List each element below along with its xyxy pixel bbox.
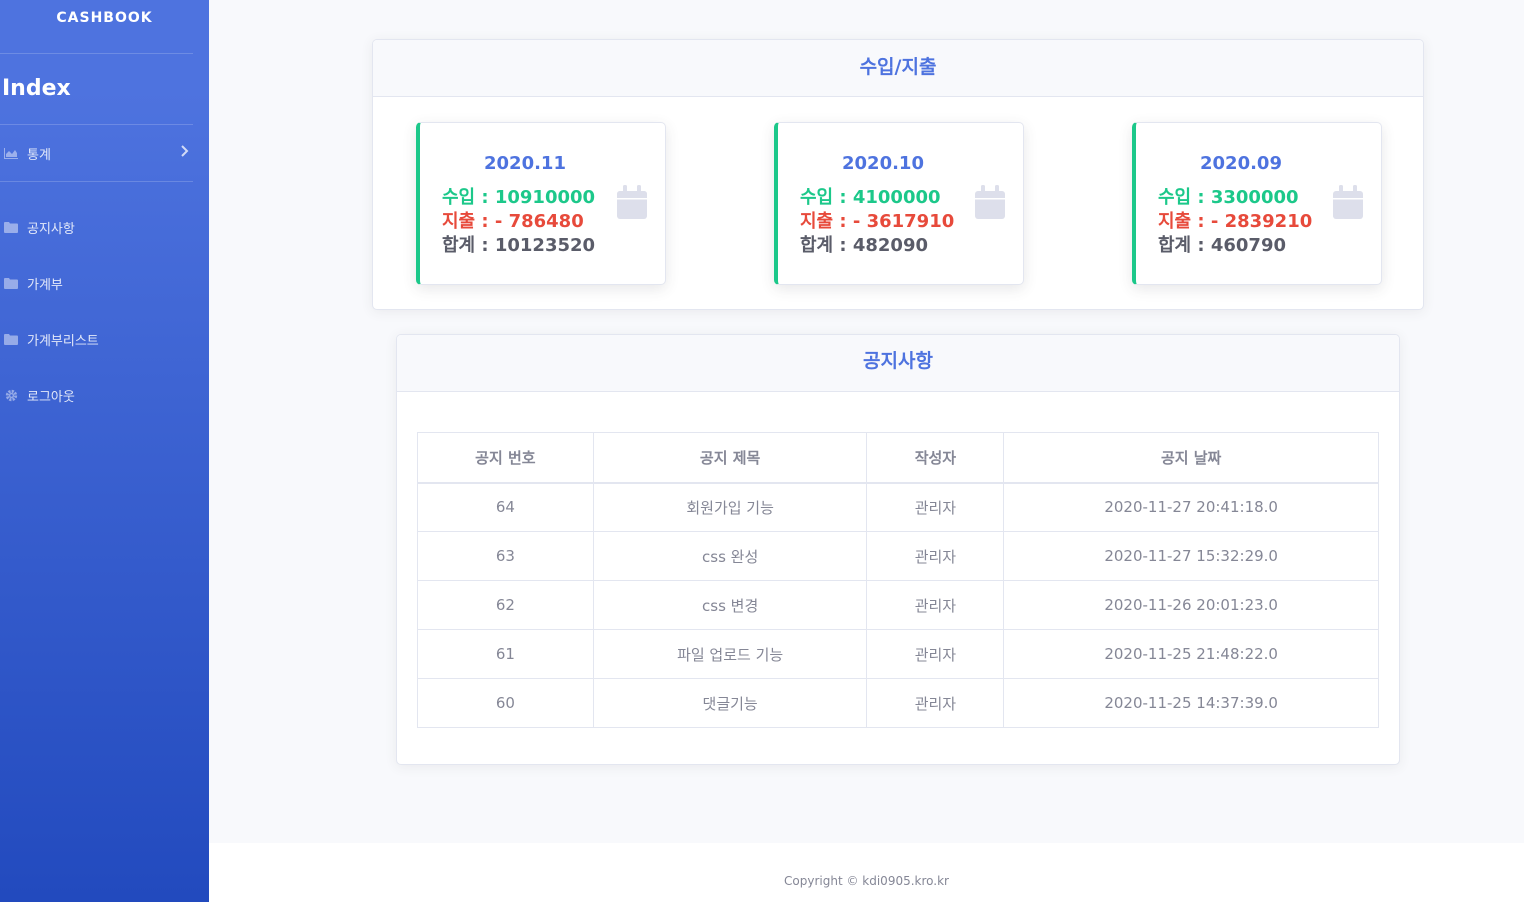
expense-value: 지출 : - 786480 xyxy=(442,211,584,232)
notice-date: 2020-11-26 20:01:23.0 xyxy=(1003,580,1379,630)
notice-title-link[interactable]: 파일 업로드 기능 xyxy=(592,629,868,679)
month-summary-card: 2020.10 수입 : 4100000 지출 : - 3617910 합계 :… xyxy=(774,122,1024,285)
income-expense-title: 수입/지출 xyxy=(373,40,1423,97)
month-summary-card: 2020.09 수입 : 3300000 지출 : - 2839210 합계 :… xyxy=(1132,122,1382,285)
calendar-icon xyxy=(975,185,1005,219)
folder-icon xyxy=(3,333,19,345)
folder-icon xyxy=(3,277,19,289)
notice-author: 관리자 xyxy=(866,531,1005,581)
income-value: 수입 : 3300000 xyxy=(1158,187,1299,208)
notice-number: 64 xyxy=(417,482,594,532)
notice-date: 2020-11-27 15:32:29.0 xyxy=(1003,531,1379,581)
notice-number: 60 xyxy=(417,678,594,728)
sidebar-item-label: 로그아웃 xyxy=(27,389,75,405)
brand-link[interactable]: CASHBOOK xyxy=(0,0,209,37)
calendar-icon xyxy=(617,185,647,219)
sidebar-item-stats[interactable]: 통계 xyxy=(0,125,209,181)
copyright-text: Copyright © kdi0905.kro.kr xyxy=(784,874,949,888)
income-value: 수입 : 10910000 xyxy=(442,187,596,208)
income-value: 수입 : 4100000 xyxy=(800,187,941,208)
sidebar: CASHBOOK Index 통계 공지사항 가계부 가계부리스트 로그아웃 xyxy=(0,0,209,902)
sidebar-item-cashbook[interactable]: 가계부 xyxy=(0,255,209,311)
notice-author: 관리자 xyxy=(866,678,1005,728)
total-value: 합계 : 482090 xyxy=(800,235,928,256)
expense-value: 지출 : - 3617910 xyxy=(800,211,955,232)
notice-number: 62 xyxy=(417,580,594,630)
table-row[interactable]: 61 파일 업로드 기능 관리자 2020-11-25 21:48:22.0 xyxy=(417,629,1379,679)
sidebar-item-logout[interactable]: 로그아웃 xyxy=(0,367,209,423)
notice-title-link[interactable]: css 완성 xyxy=(592,531,868,581)
notice-card: 공지사항 공지 번호 공지 제목 작성자 공지 날짜 64 회원가입 기능 관리… xyxy=(396,334,1400,765)
month-label: 2020.09 xyxy=(1200,153,1282,174)
sidebar-item-index[interactable]: Index xyxy=(0,54,209,124)
table-row[interactable]: 62 css 변경 관리자 2020-11-26 20:01:23.0 xyxy=(417,580,1379,630)
notice-date: 2020-11-25 21:48:22.0 xyxy=(1003,629,1379,679)
notice-number: 61 xyxy=(417,629,594,679)
sidebar-item-label: 공지사항 xyxy=(27,221,75,237)
month-label: 2020.11 xyxy=(484,153,566,174)
column-header: 공지 날짜 xyxy=(1003,432,1379,484)
main-content: 수입/지출 2020.11 수입 : 10910000 지출 : - 78648… xyxy=(209,0,1524,843)
notice-author: 관리자 xyxy=(866,482,1005,532)
notice-author: 관리자 xyxy=(866,580,1005,630)
total-value: 합계 : 460790 xyxy=(1158,235,1286,256)
sidebar-item-cashbook-list[interactable]: 가계부리스트 xyxy=(0,311,209,367)
notice-title-link[interactable]: 회원가입 기능 xyxy=(592,482,868,532)
notice-table: 공지 번호 공지 제목 작성자 공지 날짜 64 회원가입 기능 관리자 202… xyxy=(417,432,1379,728)
income-expense-card: 수입/지출 2020.11 수입 : 10910000 지출 : - 78648… xyxy=(372,39,1424,310)
notice-title: 공지사항 xyxy=(397,335,1399,392)
gear-icon xyxy=(3,389,19,401)
column-header: 작성자 xyxy=(866,432,1005,484)
notice-number: 63 xyxy=(417,531,594,581)
table-row[interactable]: 60 댓글기능 관리자 2020-11-25 14:37:39.0 xyxy=(417,678,1379,728)
sidebar-item-label: 가계부 xyxy=(27,277,63,293)
notice-date: 2020-11-27 20:41:18.0 xyxy=(1003,482,1379,532)
notice-date: 2020-11-25 14:37:39.0 xyxy=(1003,678,1379,728)
notice-title-link[interactable]: 댓글기능 xyxy=(592,678,868,728)
chart-area-icon xyxy=(3,147,19,159)
table-row[interactable]: 64 회원가입 기능 관리자 2020-11-27 20:41:18.0 xyxy=(417,482,1379,532)
column-header: 공지 제목 xyxy=(592,432,868,484)
expense-value: 지출 : - 2839210 xyxy=(1158,211,1313,232)
calendar-icon xyxy=(1333,185,1363,219)
sidebar-item-notice[interactable]: 공지사항 xyxy=(0,199,209,255)
table-header-row: 공지 번호 공지 제목 작성자 공지 날짜 xyxy=(417,432,1379,484)
sidebar-item-label: 통계 xyxy=(27,147,51,163)
folder-icon xyxy=(3,221,19,233)
month-summary-card: 2020.11 수입 : 10910000 지출 : - 786480 합계 :… xyxy=(416,122,666,285)
column-header: 공지 번호 xyxy=(417,432,594,484)
sidebar-item-label: 가계부리스트 xyxy=(27,333,99,349)
total-value: 합계 : 10123520 xyxy=(442,235,596,256)
notice-title-link[interactable]: css 변경 xyxy=(592,580,868,630)
footer: Copyright © kdi0905.kro.kr xyxy=(209,843,1524,902)
chevron-right-icon xyxy=(181,145,189,161)
notice-author: 관리자 xyxy=(866,629,1005,679)
table-row[interactable]: 63 css 완성 관리자 2020-11-27 15:32:29.0 xyxy=(417,531,1379,581)
month-label: 2020.10 xyxy=(842,153,924,174)
